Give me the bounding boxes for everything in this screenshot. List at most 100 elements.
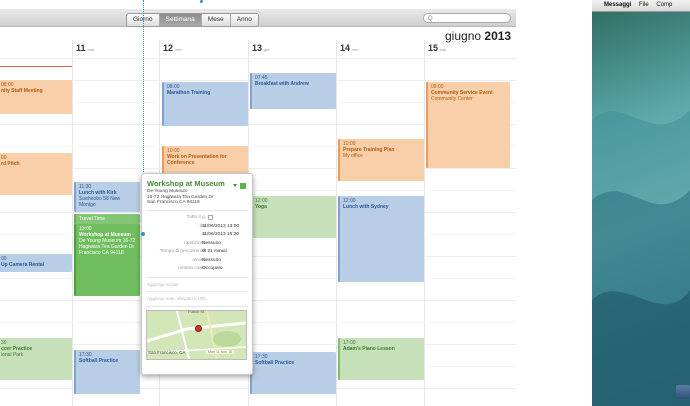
menu-comp[interactable]: Comp xyxy=(656,2,672,8)
popover-address[interactable]: De Young Museum 16-72 Hagiwara Tea Garde… xyxy=(147,189,214,206)
event-presentation[interactable]: 10:00 Work on Presentation for Conferenc… xyxy=(162,146,248,174)
menu-file[interactable]: File xyxy=(639,2,649,8)
map-city-label: San Francisco, CA xyxy=(148,350,186,355)
current-time-line xyxy=(0,66,72,67)
day-weekday: sab xyxy=(440,47,447,52)
event-camera-rental[interactable]: 00 Up Camera Rental xyxy=(0,254,72,272)
allday-label: Tutto il g. xyxy=(186,215,206,220)
column-divider xyxy=(336,40,337,406)
wave-wallpaper xyxy=(592,110,690,406)
dock-icon[interactable] xyxy=(676,385,690,399)
event-travel-time[interactable]: Travel Time xyxy=(74,214,140,224)
day-header-14: 14 ven xyxy=(340,43,358,53)
day-header-12: 12 mer xyxy=(163,43,182,53)
menu-bar: Messaggi File Comp xyxy=(592,0,690,12)
event-location: Francisco CA 94118 xyxy=(79,250,124,256)
popover-address-line: San Francisco CA 94118 xyxy=(147,200,200,206)
callout-dot xyxy=(141,232,145,236)
calendar-color-picker[interactable] xyxy=(233,176,247,189)
event-location: Suehirobo 58 New Montgo xyxy=(79,196,121,208)
popover-divider xyxy=(146,306,248,307)
month-title: giugno 2013 xyxy=(445,29,511,43)
hour-line xyxy=(0,300,516,301)
year-label: 2013 xyxy=(484,29,512,43)
map-street-label: Fulton St xyxy=(188,309,205,314)
hour-line xyxy=(0,58,516,59)
allday-checkbox[interactable] xyxy=(208,215,213,220)
search-input[interactable]: Q xyxy=(423,13,511,23)
day-header-13: 13 gio xyxy=(252,43,269,53)
hour-line xyxy=(0,168,516,169)
popover-title[interactable]: Workshop at Museum xyxy=(147,179,225,188)
calendar-window: Giorno Settimana Mese Anno Q giugno 2013… xyxy=(0,0,516,406)
event-location: ional Park xyxy=(1,352,24,358)
event-name: Lunch with Sydney xyxy=(343,204,389,210)
event-name: Softball Practice xyxy=(255,360,295,366)
repeat-value[interactable]: Nessuno xyxy=(202,241,221,246)
view-segmented-control: Giorno Settimana Mese Anno xyxy=(126,13,259,27)
day-weekday: ven xyxy=(352,47,359,52)
hour-line xyxy=(0,322,516,323)
day-number: 11 xyxy=(76,43,86,53)
to-value[interactable]: 11/06/2013 15:30 xyxy=(202,232,239,237)
event-lunch-sydney[interactable]: 12:00 Lunch with Sydney xyxy=(338,196,424,282)
view-month-button[interactable]: Mese xyxy=(201,14,231,26)
day-weekday: mar xyxy=(87,47,95,52)
event-location: Community Center xyxy=(431,96,473,102)
event-name: Work on Presentation for Conference xyxy=(167,154,227,166)
event-name: nity Staff Meeting xyxy=(1,88,43,94)
event-community-service[interactable]: 09:00 Community Service Event Community … xyxy=(426,82,510,168)
event-name: Softball Practice xyxy=(79,358,119,364)
view-year-button[interactable]: Anno xyxy=(230,14,258,26)
travel-value[interactable]: ⊜ 21 minuti xyxy=(202,249,227,254)
event-staff-meeting[interactable]: 08:00 nity Staff Meeting xyxy=(0,80,72,114)
desktop-background: Messaggi File Comp xyxy=(592,0,690,406)
day-weekday: gio xyxy=(264,47,270,52)
column-divider xyxy=(424,40,425,406)
map-weather-note: Mon 11 Nov 15 xyxy=(206,350,235,354)
travel-value-text: 21 minuti xyxy=(207,249,227,254)
day-number: 14 xyxy=(340,43,351,53)
day-number: 13 xyxy=(252,43,263,53)
event-name: Marathon Training xyxy=(167,90,211,96)
view-week-button[interactable]: Settimana xyxy=(159,14,202,26)
event-softball-11[interactable]: 17:30 Softball Practice xyxy=(74,350,140,394)
event-name: Up Camera Rental xyxy=(1,262,45,268)
day-header-11: 11 mar xyxy=(76,43,94,53)
event-name: rd Pitch xyxy=(1,161,20,167)
event-soccer[interactable]: 30 ccer Practice ional Park xyxy=(0,338,72,380)
menu-app-name[interactable]: Messaggi xyxy=(604,2,631,8)
event-pitch[interactable]: 00 rd Pitch xyxy=(0,153,72,195)
travel-time-label: Travel Time xyxy=(79,216,105,222)
popover-divider xyxy=(146,210,248,211)
from-value[interactable]: 11/06/2013 13:00 xyxy=(202,224,239,229)
event-name: Adam's Piano Lesson xyxy=(343,346,395,352)
column-divider xyxy=(72,40,73,406)
event-training-plan[interactable]: 10:00 Prepare Training Plan My office xyxy=(338,139,424,181)
day-weekday: mer xyxy=(175,47,182,52)
event-breakfast[interactable]: 07:45 Breakfast with Andrew xyxy=(250,73,336,109)
popover-divider xyxy=(146,291,248,292)
event-lunch-kirk[interactable]: 11:30 Lunch with Kirk Suehirobo 58 New M… xyxy=(74,182,140,212)
event-location: My office xyxy=(343,153,363,159)
day-header-15: 15 sab xyxy=(428,43,446,53)
event-yoga[interactable]: 12:00 Yoga xyxy=(250,196,336,238)
hour-line xyxy=(0,344,516,345)
event-name: Yoga xyxy=(255,204,267,210)
event-softball-13[interactable]: 17:30 Softball Practice xyxy=(250,352,336,394)
event-workshop[interactable]: 13:00 Workshop at Museum De Young Museum… xyxy=(74,224,140,296)
event-marathon[interactable]: 08:00 Marathon Training xyxy=(162,82,248,126)
popover-divider xyxy=(146,277,248,278)
month-name: giugno xyxy=(445,29,482,43)
day-number: 12 xyxy=(163,43,174,53)
alert-value[interactable]: Nessuno xyxy=(202,258,221,263)
map-pin-icon[interactable] xyxy=(195,325,202,332)
showas-value[interactable]: Occupato xyxy=(202,266,223,271)
day-number: 15 xyxy=(428,43,439,53)
callout-dot xyxy=(200,0,203,3)
notes-field[interactable]: Aggiungi note, allegato o URL xyxy=(147,296,207,301)
invitees-field[interactable]: Aggiungi invitati xyxy=(147,282,179,287)
travel-label: Tempo di percorrenza xyxy=(159,249,206,254)
event-piano[interactable]: 17:00 Adam's Piano Lesson xyxy=(338,338,424,380)
event-name: Breakfast with Andrew xyxy=(255,81,309,87)
